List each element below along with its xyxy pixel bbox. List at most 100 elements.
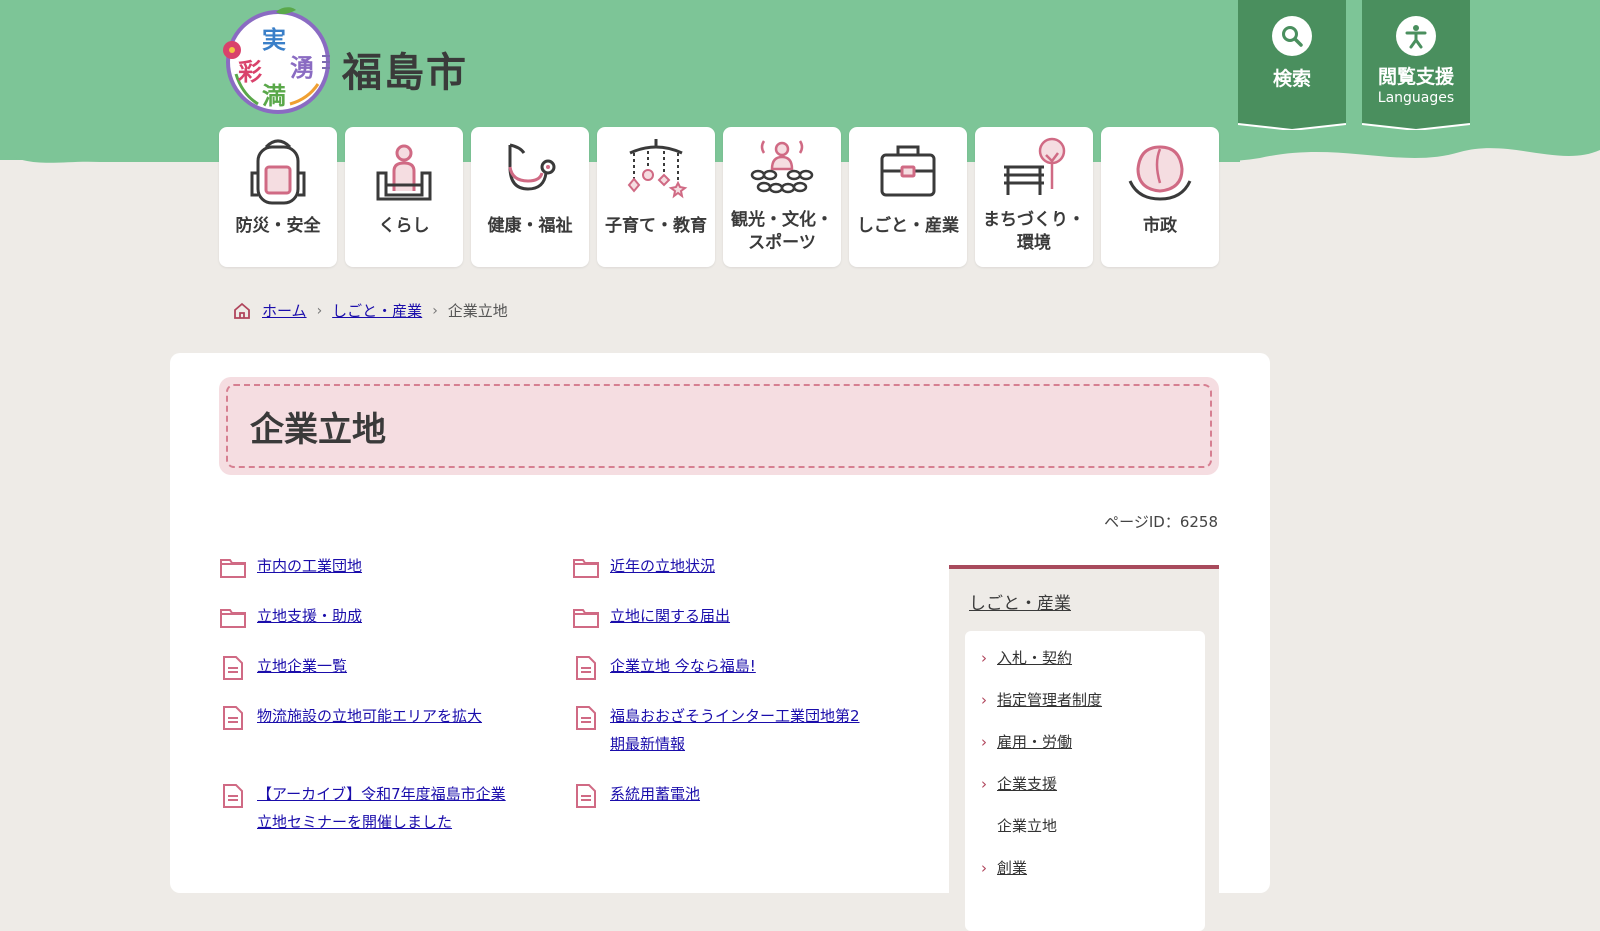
page-id: ページID：6258 — [1104, 513, 1218, 531]
breadcrumb-parent[interactable]: しごと・産業 — [332, 300, 422, 321]
nav-label: 観光・文化・ スポーツ — [731, 210, 833, 253]
document-icon — [223, 706, 243, 730]
nav-label: 子育て・教育 — [605, 216, 707, 236]
global-nav: 防災・安全 くらし 健康・福祉 子育て・教育 観光・文化・ スポーツ しごと・産… — [219, 127, 1219, 267]
sidebar: しごと・産業 › 入札・契約 › 指定管理者制度 › 雇用・労働 › 企業支援 … — [949, 565, 1219, 931]
accessibility-label: 閲覧支援 — [1377, 66, 1454, 88]
sidebar-item-business-support[interactable]: › 企業支援 — [981, 773, 1057, 794]
list-item: 立地企業一覧 — [219, 656, 559, 680]
list-item: 立地に関する届出 — [572, 607, 912, 630]
chevron-right-icon: › — [981, 690, 987, 709]
link-notifications[interactable]: 立地に関する届出 — [610, 602, 730, 630]
document-icon — [576, 656, 596, 680]
folder-icon — [220, 609, 246, 628]
nav-bousai[interactable]: 防災・安全 — [219, 127, 337, 267]
list-item: 企業立地 今なら福島! — [572, 656, 912, 680]
list-item: 近年の立地状況 — [572, 557, 912, 580]
sidebar-item-label[interactable]: 企業支援 — [997, 773, 1057, 794]
sidebar-item-designated-manager[interactable]: › 指定管理者制度 — [981, 689, 1102, 710]
document-icon — [223, 784, 243, 808]
nav-shisei[interactable]: 市政 — [1101, 127, 1219, 267]
main-content: 企業立地 ページID：6258 市内の工業団地 立地支援・助成 立地企業一覧 物… — [170, 353, 1270, 931]
link-logistics-area[interactable]: 物流施設の立地可能エリアを拡大 — [257, 702, 482, 730]
toolbox-icon — [880, 145, 936, 197]
site-logo[interactable]: 実 彩 湧 満 福島市 — [218, 4, 518, 116]
nav-shigoto[interactable]: しごと・産業 — [849, 127, 967, 267]
sidebar-item-label[interactable]: 入札・契約 — [997, 647, 1072, 668]
link-industrial-parks[interactable]: 市内の工業団地 — [257, 552, 362, 580]
city-logo-mark-icon: 実 彩 湧 満 — [223, 7, 330, 114]
logo-char-1: 実 — [262, 26, 286, 54]
nav-kankou[interactable]: 観光・文化・ スポーツ — [723, 127, 841, 267]
breadcrumb: ホーム › しごと・産業 › 企業立地 — [232, 300, 508, 321]
logo-char-2: 彩 — [237, 58, 262, 86]
document-icon — [576, 784, 596, 808]
sidebar-item-startup[interactable]: › 創業 — [981, 857, 1027, 878]
folder-icon — [573, 559, 599, 578]
nav-label: まちづくり・ 環境 — [983, 210, 1085, 253]
link-recent-status[interactable]: 近年の立地状況 — [610, 552, 715, 580]
sidebar-item-label[interactable]: 創業 — [997, 857, 1027, 878]
sidebar-item-label[interactable]: 指定管理者制度 — [997, 689, 1102, 710]
accessibility-button[interactable]: 閲覧支援 Languages — [1362, 0, 1470, 130]
logo-char-3: 湧 — [290, 54, 314, 82]
mobile-toy-icon — [627, 139, 688, 199]
site-name: 福島市 — [342, 50, 468, 96]
list-item: 【アーカイブ】令和7年度福島市企業立地セミナーを開催しました — [219, 784, 519, 836]
link-seminar-archive[interactable]: 【アーカイブ】令和7年度福島市企業立地セミナーを開催しました — [257, 780, 519, 836]
search-icon — [1272, 16, 1312, 56]
stethoscope-icon — [508, 143, 556, 191]
accessibility-icon — [1396, 16, 1436, 56]
link-support-subsidy[interactable]: 立地支援・助成 — [257, 602, 362, 630]
search-label: 検索 — [1272, 68, 1311, 90]
nav-machizukuri[interactable]: まちづくり・ 環境 — [975, 127, 1093, 267]
link-fukushima-now[interactable]: 企業立地 今なら福島! — [610, 652, 756, 680]
chevron-right-icon: › — [981, 774, 987, 793]
nav-kurashi[interactable]: くらし — [345, 127, 463, 267]
sidebar-item-label: 企業立地 — [997, 817, 1058, 835]
tab-tail — [1362, 120, 1470, 130]
nav-label: 市政 — [1143, 216, 1177, 236]
document-icon — [223, 656, 243, 680]
chevron-right-icon: › — [981, 648, 987, 667]
document-icon — [576, 706, 596, 730]
link-grid-battery[interactable]: 系統用蓄電池 — [610, 780, 700, 808]
list-item: 福島おおざそうインター工業団地第2期最新情報 — [572, 706, 862, 758]
list-item: 立地支援・助成 — [219, 607, 559, 630]
languages-label: Languages — [1377, 90, 1455, 106]
sidebar-list: › 入札・契約 › 指定管理者制度 › 雇用・労働 › 企業支援 企業立地 › … — [965, 631, 1205, 931]
nav-label: 防災・安全 — [235, 216, 321, 236]
breadcrumb-separator: › — [432, 302, 438, 319]
home-icon — [234, 302, 250, 319]
link-ozaso-phase2[interactable]: 福島おおざそうインター工業団地第2期最新情報 — [610, 702, 862, 758]
folder-icon — [573, 609, 599, 628]
sidebar-title[interactable]: しごと・産業 — [969, 589, 1071, 614]
logo-char-4: 満 — [262, 82, 286, 110]
list-item: 市内の工業団地 — [219, 557, 559, 580]
person-sofa-icon — [376, 144, 432, 201]
link-company-list[interactable]: 立地企業一覧 — [257, 652, 347, 680]
sidebar-item-employment[interactable]: › 雇用・労働 — [981, 731, 1072, 752]
list-item: 物流施設の立地可能エリアを拡大 — [219, 706, 559, 730]
folder-icon — [220, 559, 246, 578]
search-button[interactable]: 検索 — [1238, 0, 1346, 130]
nav-label: 健康・福祉 — [487, 216, 573, 236]
bench-tree-icon — [1004, 137, 1066, 195]
page-title: 企業立地 — [250, 409, 386, 450]
peach-icon — [1128, 145, 1192, 201]
chevron-right-icon: › — [981, 858, 987, 877]
sidebar-item-label[interactable]: 雇用・労働 — [997, 731, 1072, 752]
nav-label: しごと・産業 — [857, 216, 959, 236]
sidebar-item-current: 企業立地 — [981, 815, 1057, 836]
nav-kosodate[interactable]: 子育て・教育 — [597, 127, 715, 267]
nav-kenkou[interactable]: 健康・福祉 — [471, 127, 589, 267]
page-title-box: 企業立地 — [219, 377, 1219, 475]
hot-spring-icon — [750, 140, 814, 194]
chevron-right-icon: › — [981, 732, 987, 751]
tab-tail — [1238, 120, 1346, 130]
breadcrumb-separator: › — [316, 302, 323, 319]
breadcrumb-home[interactable]: ホーム — [262, 300, 307, 321]
nav-label: くらし — [378, 216, 430, 236]
backpack-icon — [250, 139, 306, 205]
sidebar-item-bidding[interactable]: › 入札・契約 — [981, 647, 1072, 668]
